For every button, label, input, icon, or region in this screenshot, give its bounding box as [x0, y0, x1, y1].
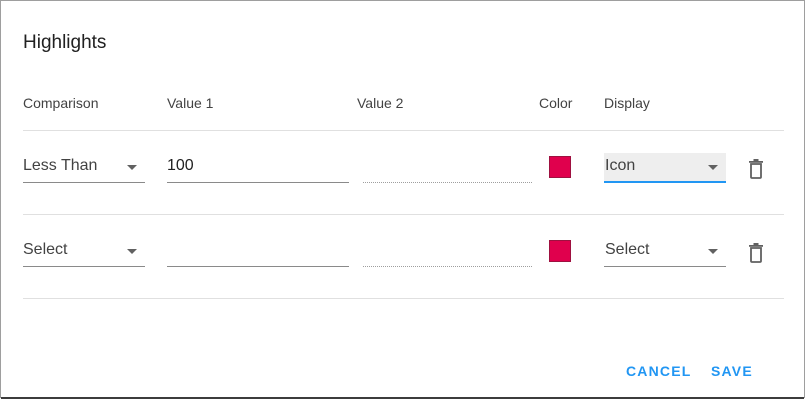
- chevron-down-icon: [127, 165, 137, 170]
- cancel-button[interactable]: CANCEL: [626, 363, 692, 379]
- comparison-select-value: Select: [23, 241, 68, 258]
- save-button[interactable]: SAVE: [711, 363, 753, 379]
- column-header-value1: Value 1: [167, 95, 214, 111]
- comparison-select[interactable]: Select: [23, 237, 145, 267]
- display-select-value: Select: [605, 241, 650, 258]
- display-select[interactable]: Select: [604, 237, 726, 267]
- value1-input-value: 100: [167, 157, 194, 174]
- column-header-comparison: Comparison: [23, 95, 99, 111]
- value2-input[interactable]: [363, 153, 532, 183]
- color-swatch[interactable]: [549, 156, 571, 178]
- chevron-down-icon: [127, 249, 137, 254]
- column-header-color: Color: [539, 95, 573, 111]
- value1-input[interactable]: [167, 237, 349, 267]
- comparison-select[interactable]: Less Than: [23, 153, 145, 183]
- highlights-dialog: Highlights Comparison Value 1 Value 2 Co…: [0, 0, 805, 399]
- display-select-value: Icon: [605, 157, 636, 174]
- display-select[interactable]: Icon: [604, 153, 726, 183]
- value2-input[interactable]: [363, 237, 532, 267]
- chevron-down-icon: [708, 249, 718, 254]
- row-divider: [23, 214, 784, 215]
- dialog-title: Highlights: [23, 32, 107, 53]
- color-swatch[interactable]: [549, 240, 571, 262]
- row-divider: [23, 298, 784, 299]
- chevron-down-icon: [708, 165, 718, 170]
- trash-icon[interactable]: [747, 242, 767, 264]
- column-header-display: Display: [604, 95, 650, 111]
- value1-input[interactable]: 100: [167, 153, 349, 183]
- column-header-value2: Value 2: [357, 95, 404, 111]
- header-divider: [23, 130, 784, 131]
- comparison-select-value: Less Than: [23, 157, 98, 174]
- trash-icon[interactable]: [747, 158, 767, 180]
